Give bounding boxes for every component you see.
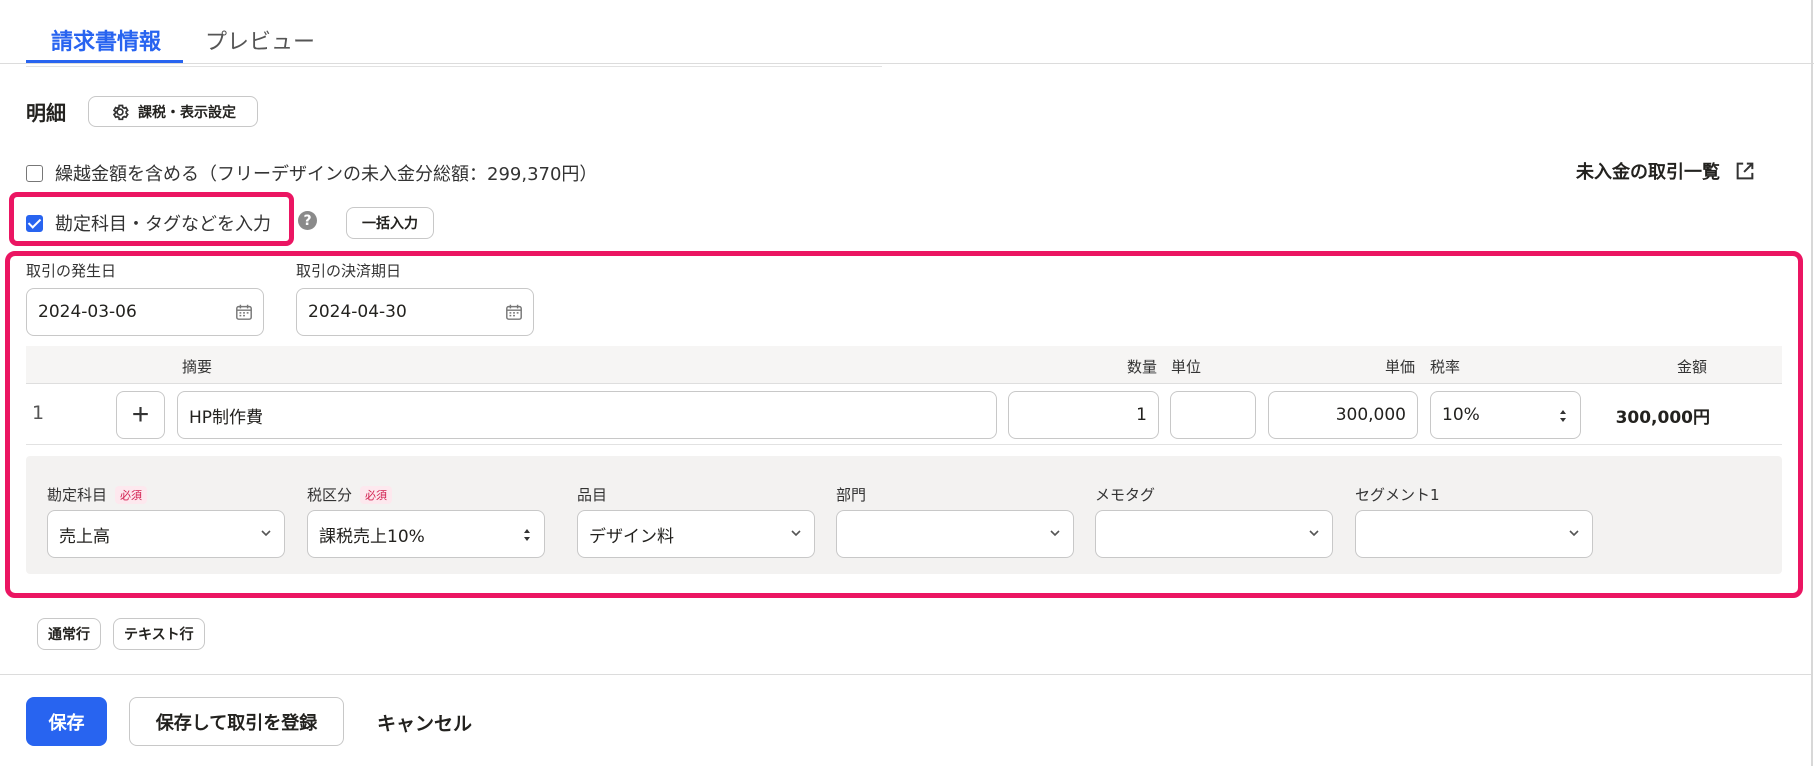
account-select[interactable]: 売上高 (47, 510, 285, 558)
chevron-down-icon (1050, 530, 1060, 537)
chevron-down-icon (261, 530, 271, 537)
tab-invoice-info[interactable]: 請求書情報 (51, 24, 161, 56)
issue-date-label: 取引の発生日 (26, 262, 117, 280)
table-header: 摘要 数量 単位 単価 税率 金額 (26, 346, 1782, 384)
unit-price-value: 300,000 (1335, 405, 1406, 425)
tax-rate-select[interactable]: 10% (1430, 391, 1581, 439)
tax-class-label-text: 税区分 (307, 486, 353, 504)
qty-input[interactable]: 1 (1008, 391, 1159, 439)
add-text-row-button[interactable]: テキスト行 (113, 618, 205, 650)
header-amount: 金額 (1677, 358, 1708, 376)
tab-bar: 請求書情報 プレビュー (0, 0, 1814, 766)
tax-class-select[interactable]: 課税売上10% (307, 510, 545, 558)
tags-label: 勘定科目・タグなどを入力 (55, 214, 271, 235)
qty-value: 1 (1136, 405, 1147, 425)
tax-class-value: 課税売上10% (319, 526, 425, 547)
divider (26, 66, 882, 67)
row-number: 1 (32, 402, 45, 424)
due-date-input[interactable]: 2024-04-30 (296, 288, 534, 336)
department-label: 部門 (836, 486, 867, 504)
unpaid-transactions-link[interactable]: 未入金の取引一覧 (1576, 158, 1756, 184)
memo-tag-label: メモタグ (1095, 486, 1156, 504)
add-line-button[interactable]: + (116, 391, 165, 439)
required-badge: 必須 (115, 485, 148, 504)
account-label: 勘定科目 必須 (47, 484, 148, 505)
header-unit: 単位 (1171, 358, 1202, 376)
carryover-checkbox[interactable] (26, 164, 43, 182)
unpaid-transactions-label: 未入金の取引一覧 (1576, 162, 1720, 183)
calendar-icon[interactable] (505, 303, 523, 321)
description-value: HP制作費 (189, 407, 264, 428)
memo-tag-select[interactable] (1095, 510, 1333, 558)
select-arrows-icon (1560, 410, 1566, 422)
issue-date-input[interactable]: 2024-03-06 (26, 288, 264, 336)
item-value: デザイン料 (589, 526, 674, 547)
unit-input[interactable] (1170, 391, 1256, 439)
details-title: 明細 (26, 101, 66, 125)
account-value: 売上高 (59, 526, 110, 547)
chevron-down-icon (791, 530, 801, 537)
header-tax-rate: 税率 (1430, 358, 1461, 376)
due-date-label: 取引の決済期日 (296, 262, 402, 280)
required-badge: 必須 (360, 485, 393, 504)
due-date-value: 2024-04-30 (308, 302, 407, 322)
add-row-buttons: 通常行 テキスト行 (37, 618, 205, 650)
add-normal-row-button[interactable]: 通常行 (37, 618, 101, 650)
save-button[interactable]: 保存 (26, 697, 107, 746)
chevron-down-icon (1309, 530, 1319, 537)
calendar-icon[interactable] (235, 303, 253, 321)
tags-checkbox[interactable] (26, 214, 43, 232)
select-arrows-icon (524, 529, 530, 541)
description-input[interactable]: HP制作費 (177, 391, 997, 439)
segment1-select[interactable] (1355, 510, 1593, 558)
item-select[interactable]: デザイン料 (577, 510, 815, 558)
tags-option[interactable]: 勘定科目・タグなどを入力 (26, 210, 271, 236)
bulk-input-button[interactable]: 一括入力 (346, 207, 434, 239)
panel-divider (1811, 0, 1813, 766)
tax-rate-value: 10% (1442, 405, 1480, 425)
account-label-text: 勘定科目 (47, 486, 108, 504)
unit-price-input[interactable]: 300,000 (1268, 391, 1418, 439)
chevron-down-icon (1569, 530, 1579, 537)
cancel-button[interactable]: キャンセル (377, 709, 472, 736)
carryover-label: 繰越金額を含める（フリーデザインの未入金分総額：299,370円） (55, 164, 598, 185)
line-amount: 300,000円 (1615, 408, 1710, 428)
save-and-register-button[interactable]: 保存して取引を登録 (129, 697, 344, 746)
tax-display-settings-button[interactable]: 課税・表示設定 (88, 96, 258, 127)
header-description: 摘要 (182, 358, 213, 376)
header-unit-price: 単価 (1385, 358, 1416, 376)
help-icon[interactable]: ? (298, 211, 317, 230)
divider (0, 674, 1811, 675)
segment1-label: セグメント1 (1355, 486, 1440, 504)
tax-class-label: 税区分 必須 (307, 484, 393, 505)
header-qty: 数量 (1127, 358, 1158, 376)
tab-preview[interactable]: プレビュー (205, 24, 315, 56)
issue-date-value: 2024-03-06 (38, 302, 137, 322)
active-tab-indicator (26, 60, 183, 63)
item-label: 品目 (577, 486, 608, 504)
gear-icon (112, 104, 129, 120)
department-select[interactable] (836, 510, 1074, 558)
external-link-icon (1736, 162, 1754, 180)
details-header: 明細 課税・表示設定 (26, 96, 258, 127)
carryover-option[interactable]: 繰越金額を含める（フリーデザインの未入金分総額：299,370円） (26, 160, 597, 186)
divider (26, 444, 1782, 445)
settings-label: 課税・表示設定 (138, 103, 236, 120)
